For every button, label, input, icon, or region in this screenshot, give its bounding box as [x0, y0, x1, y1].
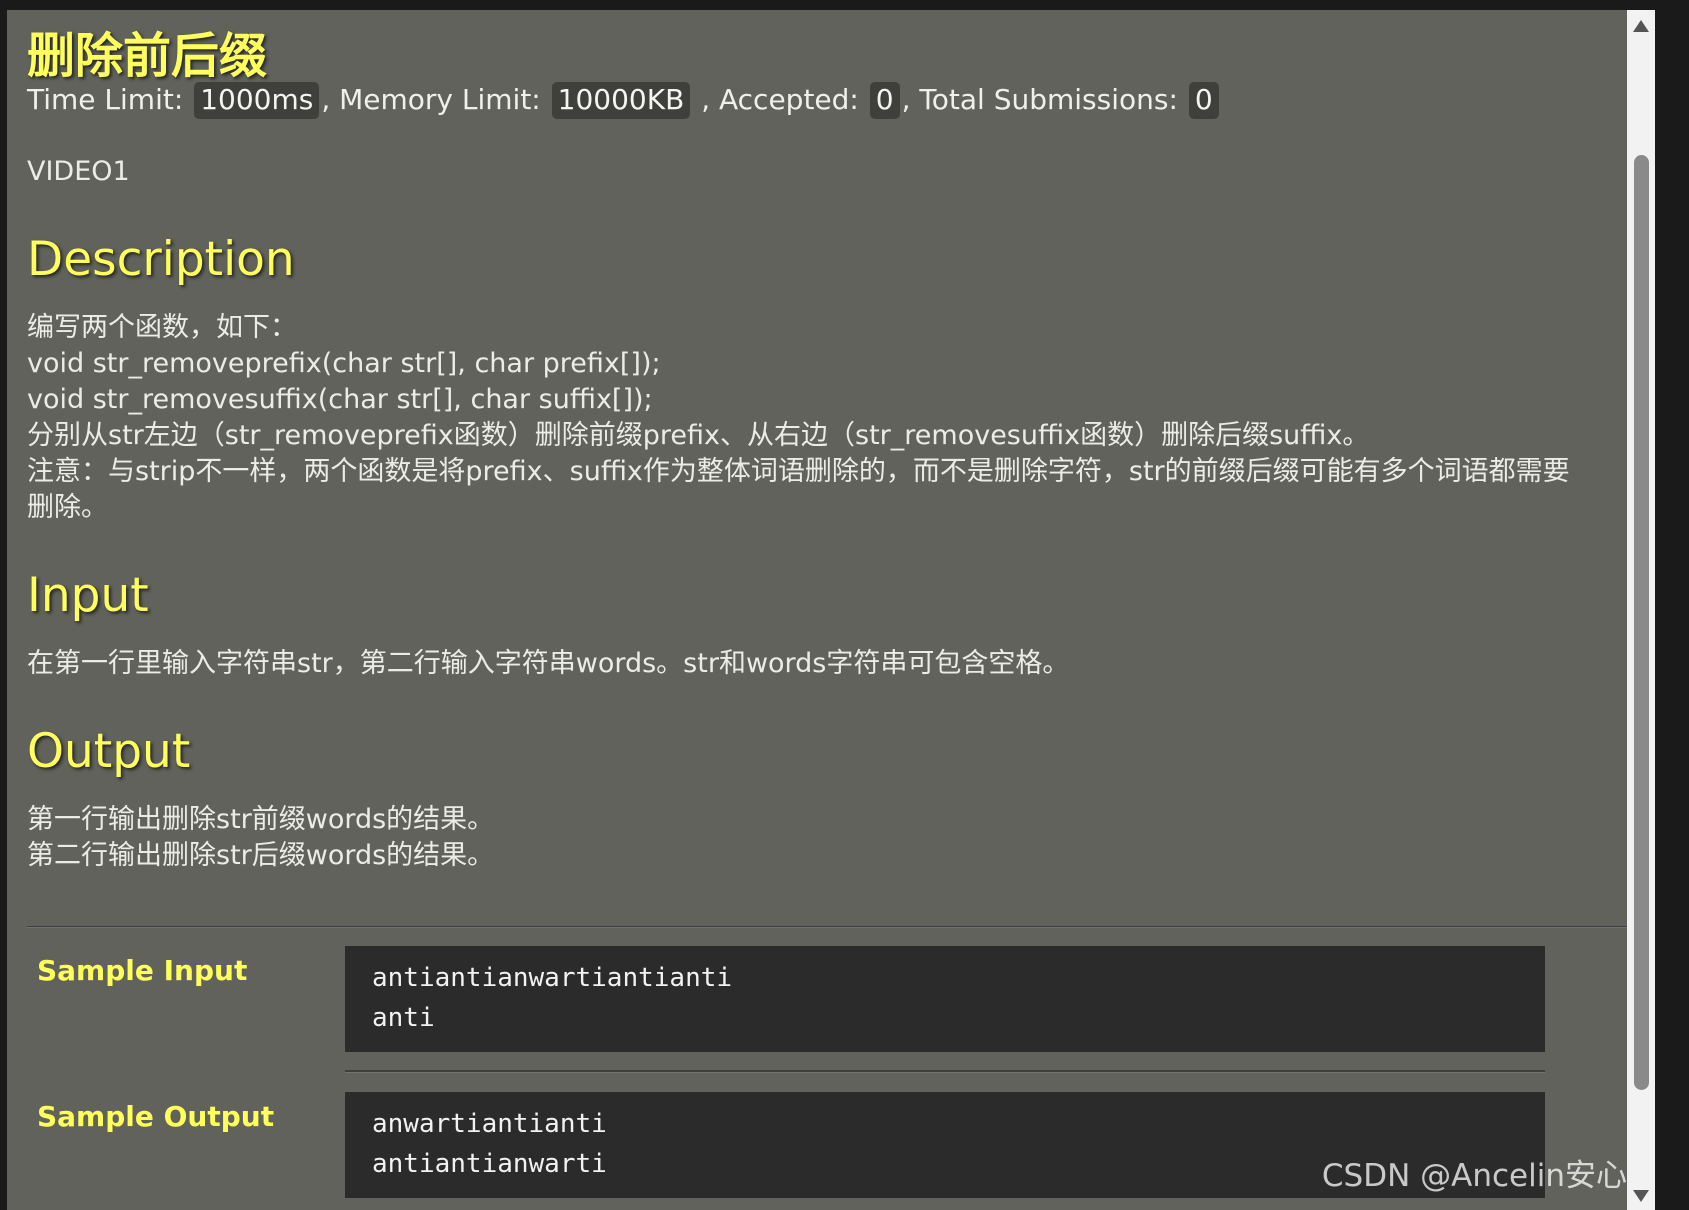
description-line: 编写两个函数，如下：	[27, 312, 297, 343]
vertical-scrollbar[interactable]	[1627, 10, 1655, 1210]
output-line: 第一行输出删除str前缀words的结果。	[27, 804, 495, 835]
description-body: 编写两个函数，如下： void str_removeprefix(char st…	[27, 310, 1637, 526]
submissions-badge: 0	[1188, 82, 1219, 119]
memory-limit-badge: 10000KB	[551, 82, 691, 119]
sample-input-label: Sample Input	[37, 954, 248, 987]
description-line: 删除。	[27, 492, 108, 523]
description-line: 注意：与strip不一样，两个函数是将prefix、suffix作为整体词语删除…	[27, 456, 1570, 487]
output-line: 第二行输出删除str后缀words的结果。	[27, 840, 495, 871]
sample-output-label: Sample Output	[37, 1100, 275, 1133]
video-link[interactable]: VIDEO1	[27, 156, 130, 187]
submissions-label: , Total Submissions:	[901, 83, 1178, 116]
sample-divider	[345, 1070, 1545, 1073]
problem-meta: Time Limit: 1000ms, Memory Limit: 10000K…	[27, 82, 1221, 119]
section-divider	[27, 926, 1627, 928]
sample-output-line: anwartiantianti	[372, 1109, 607, 1139]
description-line: void str_removesuffix(char str[], char s…	[27, 384, 653, 415]
time-limit-badge: 1000ms	[194, 82, 320, 119]
sample-input-box[interactable]: antiantianwartiantianti anti	[345, 946, 1545, 1052]
arrow-down-icon[interactable]	[1633, 1190, 1649, 1202]
scrollbar-thumb[interactable]	[1634, 155, 1649, 1090]
output-body: 第一行输出删除str前缀words的结果。 第二行输出删除str后缀words的…	[27, 802, 1637, 874]
input-heading: Input	[27, 568, 149, 623]
arrow-up-icon[interactable]	[1633, 20, 1649, 32]
memory-limit-label: , Memory Limit:	[321, 83, 541, 116]
sample-input-line: antiantianwartiantianti	[372, 963, 733, 993]
accepted-badge: 0	[869, 82, 900, 119]
description-line: 分别从str左边（str_removeprefix函数）删除前缀prefix、从…	[27, 420, 1370, 451]
page-title: 删除前后缀	[27, 28, 268, 84]
description-line: void str_removeprefix(char str[], char p…	[27, 348, 661, 379]
output-heading: Output	[27, 724, 191, 779]
accepted-label: , Accepted:	[692, 83, 859, 116]
watermark: CSDN @Ancelin安心	[1321, 1158, 1627, 1194]
problem-window: 删除前后缀 Time Limit: 1000ms, Memory Limit: …	[7, 10, 1655, 1210]
description-heading: Description	[27, 232, 295, 287]
input-body: 在第一行里输入字符串str，第二行输入字符串words。str和words字符串…	[27, 646, 1637, 682]
sample-input-line: anti	[372, 1003, 435, 1033]
time-limit-label: Time Limit:	[27, 83, 184, 116]
input-line: 在第一行里输入字符串str，第二行输入字符串words。str和words字符串…	[27, 648, 1070, 679]
